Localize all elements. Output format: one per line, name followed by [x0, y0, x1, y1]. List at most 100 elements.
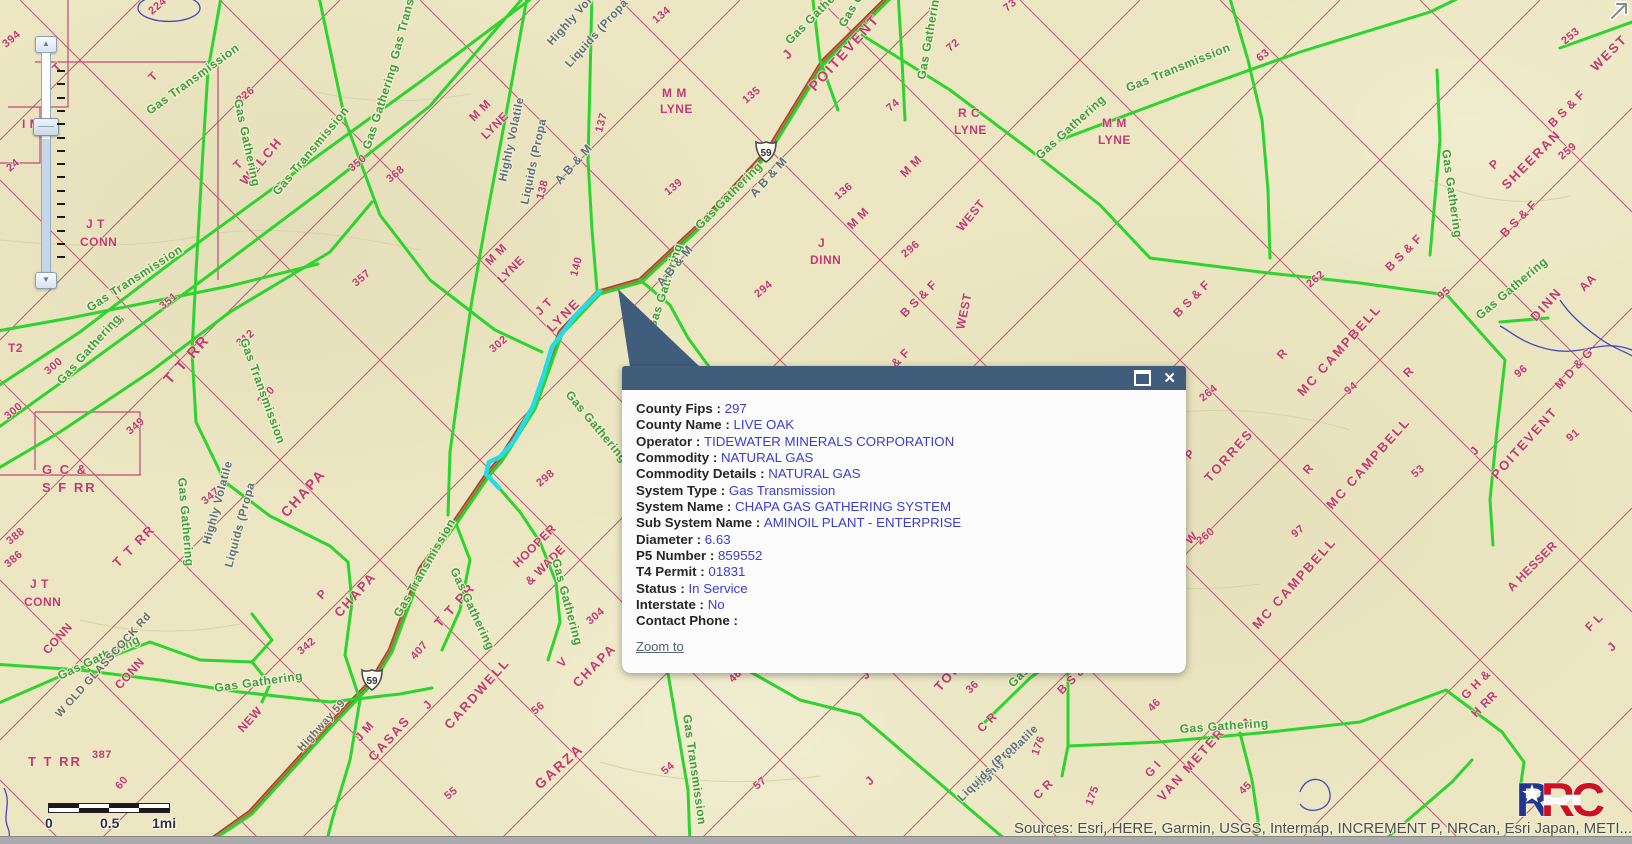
map-label: 60 [113, 774, 131, 792]
maximize-icon[interactable] [1134, 370, 1151, 386]
map-label: 139 [662, 176, 685, 198]
map-label: B S & F [1497, 198, 1540, 241]
map-label: GARZA [531, 740, 586, 792]
zoom-in-button[interactable]: ▲ [35, 36, 57, 53]
map-label: CHAPA [570, 640, 620, 690]
map-label: C R [1030, 777, 1056, 803]
pipeline[interactable] [1430, 70, 1440, 255]
slider-tick [57, 150, 65, 152]
popup-field-row: System Type : Gas Transmission [636, 483, 1172, 499]
popup-field-label: Operator : [636, 434, 704, 449]
map-label: 294 [752, 278, 775, 300]
map-label: J [420, 697, 435, 712]
rrc-logo: R RC [1516, 774, 1620, 824]
zoom-out-button[interactable]: ▼ [35, 272, 57, 289]
slider-tick [57, 176, 65, 178]
map-label: 175 [1084, 784, 1102, 807]
zoom-slider[interactable]: ▲ ▼ [33, 36, 73, 286]
pipeline[interactable] [326, 655, 360, 844]
map-label: 57 [751, 775, 769, 793]
map-label: A HESSER [1504, 538, 1560, 594]
map-label: VAN METER [1154, 724, 1228, 804]
map-label: 136 [832, 180, 855, 202]
map-label: R [1274, 346, 1291, 362]
map-label: 342 [295, 635, 318, 657]
slider-tick [57, 203, 65, 205]
map-label: R [1400, 364, 1416, 380]
survey-grid-line [1420, 0, 1632, 844]
map-label: 54 [659, 759, 677, 777]
popup-field-row: Operator : TIDEWATER MINERALS CORPORATIO… [636, 434, 1172, 450]
map-label: 260 [1194, 525, 1217, 547]
bottom-scrollbar[interactable] [0, 836, 1632, 844]
popup-field-value: Gas Transmission [729, 483, 835, 498]
map-label: MC CAMPBELL [1323, 414, 1413, 512]
map-label: 73 [1001, 0, 1019, 14]
slider-tick [57, 256, 65, 258]
map-label: 96 [1512, 363, 1530, 381]
map-label: B S & F [1170, 278, 1213, 321]
popup-field-label: Contact Phone : [636, 613, 738, 628]
map-label: 138 [534, 178, 551, 200]
northeast-arrow-icon[interactable] [1605, 0, 1631, 22]
map-label: B S & F [1382, 232, 1425, 275]
map-label: 304 [584, 605, 607, 627]
popup-field-label: T4 Permit : [636, 564, 708, 579]
map-label: CHAPA [331, 569, 379, 620]
map-label: 46 [1146, 696, 1164, 714]
popup-field-value: 01831 [708, 564, 745, 579]
popup-field-label: Sub System Name : [636, 515, 764, 530]
map-label: Gas Gathering [1439, 148, 1465, 238]
map-label: B S & F [1545, 88, 1588, 131]
scale-bar-segments [48, 803, 170, 813]
map-label: 72 [944, 37, 962, 55]
map-label: NEW [235, 704, 265, 735]
slider-tick [57, 70, 65, 72]
map-label: Gas Transmission [270, 104, 352, 198]
map-label: 298 [534, 467, 557, 489]
map-label: Gas Gathering [914, 0, 943, 81]
map-label: Gas Gathering [175, 477, 197, 567]
slider-tick [57, 190, 65, 192]
map-label: 74 [884, 96, 902, 114]
map-label: 259 [1556, 140, 1579, 162]
close-icon[interactable]: ✕ [1163, 371, 1176, 386]
popup-field-value: 859552 [718, 548, 762, 563]
map-label: Highway 59 [295, 697, 348, 754]
map-label: CONN [24, 595, 61, 609]
zoom-to-link[interactable]: Zoom to [636, 639, 684, 654]
map-viewer: 5959 T T RRT T RRT T RRT T RRG C &S F RR… [0, 0, 1632, 844]
map-label: T T RR [28, 754, 82, 769]
map-label: WEST [1588, 31, 1631, 74]
popup-field-value: TIDEWATER MINERALS CORPORATION [704, 434, 954, 449]
zoom-slider-track[interactable] [41, 52, 51, 274]
popup-field-row: Commodity Details : NATURAL GAS [636, 466, 1172, 482]
slider-tick [57, 83, 65, 85]
zoom-slider-thumb[interactable] [33, 118, 59, 136]
map-label: WEST [954, 197, 988, 234]
map-label: 349 [124, 415, 147, 437]
popup-field-value: 6.63 [705, 532, 731, 547]
popup-body: County Fips : 297County Name : LIVE OAKO… [622, 390, 1186, 630]
map-label: LYNE [1098, 133, 1131, 147]
pipeline[interactable] [192, 0, 352, 655]
map-label: 55 [442, 785, 460, 803]
map-label: Gas Gathering [563, 388, 631, 465]
map-label: 296 [899, 238, 922, 260]
map-label: 387 [92, 749, 112, 761]
pipeline[interactable] [1068, 690, 1524, 790]
map-label: 264 [1197, 382, 1220, 404]
creek-line [1300, 779, 1330, 810]
map-label: S F RR [42, 480, 97, 495]
popup-field-row: Sub System Name : AMINOIL PLANT - ENTERP… [636, 515, 1172, 531]
zoom-slider-fill [42, 139, 50, 273]
popup-header[interactable]: ✕ [622, 366, 1186, 390]
map-label: 394 [0, 28, 23, 50]
map-label: Gas Gathering [54, 311, 124, 387]
pipeline[interactable] [1228, 0, 1270, 258]
map-label: Liquids (Prop [956, 739, 1021, 804]
map-label: G C & [42, 462, 88, 477]
map-label: CHAPA [277, 466, 328, 520]
scale-label-half: 0.5 [100, 815, 119, 831]
map-label: WEST [953, 292, 974, 331]
